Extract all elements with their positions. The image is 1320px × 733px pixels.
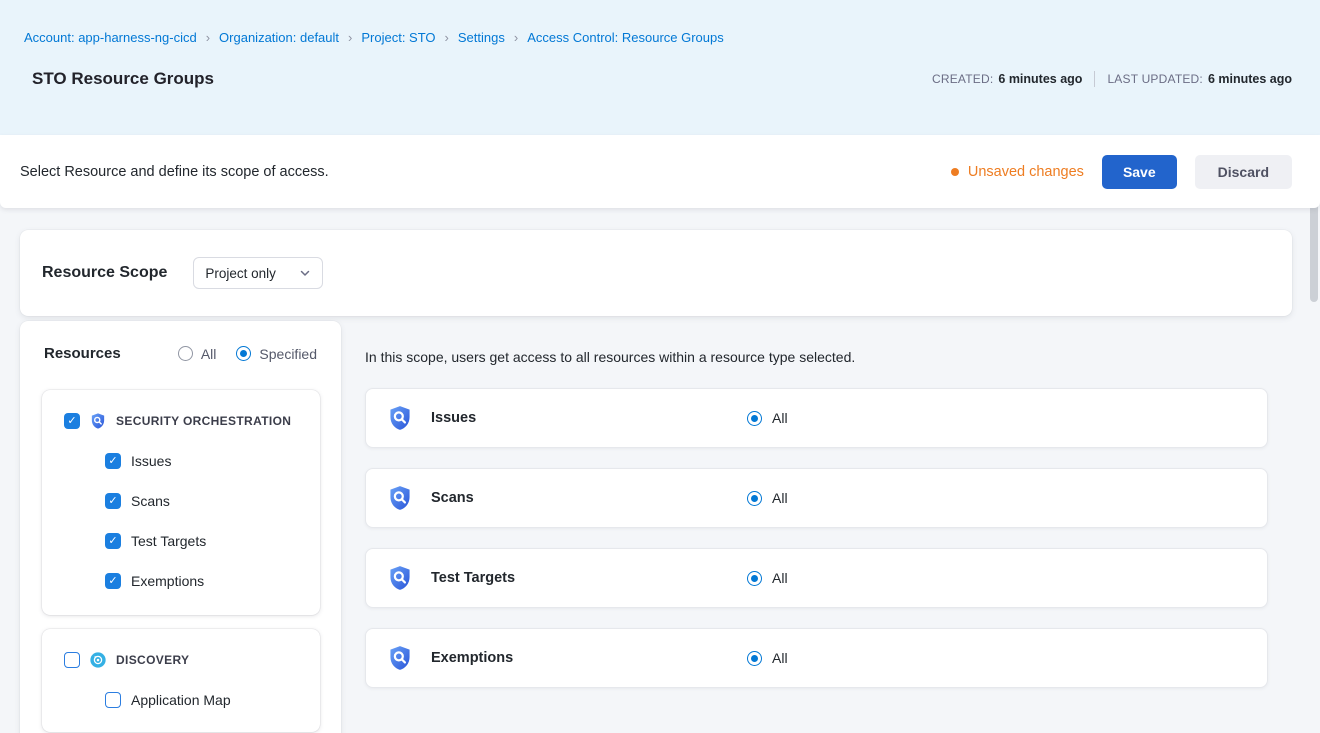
radio-selected-icon[interactable] <box>747 491 762 506</box>
access-option-all[interactable]: All <box>747 650 788 666</box>
checkbox-checked[interactable]: ✓ <box>105 533 121 549</box>
created-label: CREATED: <box>932 72 993 86</box>
tree-item-scans[interactable]: ✓ Scans <box>105 493 308 509</box>
updated-value: 6 minutes ago <box>1208 72 1292 86</box>
page-title: STO Resource Groups <box>32 69 214 89</box>
resource-row-label: Exemptions <box>431 650 747 666</box>
tree-item-label: Issues <box>131 453 171 469</box>
checkbox-unchecked[interactable] <box>105 692 121 708</box>
breadcrumb-organization[interactable]: Organization: default <box>219 30 339 45</box>
access-all-label: All <box>772 410 788 426</box>
resource-scope-selected-value: Project only <box>205 266 276 281</box>
shield-search-icon <box>386 404 414 432</box>
tree-item-issues[interactable]: ✓ Issues <box>105 453 308 469</box>
access-option-all[interactable]: All <box>747 570 788 586</box>
resource-row-issues: Issues All <box>365 388 1268 448</box>
chevron-right-icon: › <box>514 31 518 44</box>
main-content: Resource Scope Project only Resources Al… <box>0 208 1320 733</box>
unsaved-changes-label: Unsaved changes <box>968 164 1084 180</box>
check-icon: ✓ <box>108 496 117 507</box>
radio-selected-icon[interactable] <box>747 571 762 586</box>
resource-row-label: Test Targets <box>431 570 747 586</box>
access-all-label: All <box>772 650 788 666</box>
toolbar-description: Select Resource and define its scope of … <box>20 164 329 180</box>
unsaved-changes-indicator: Unsaved changes <box>951 164 1084 180</box>
tree-item-label: Test Targets <box>131 533 206 549</box>
checkbox-checked[interactable]: ✓ <box>105 573 121 589</box>
breadcrumb-access-control[interactable]: Access Control: Resource Groups <box>527 30 724 45</box>
updated-label: LAST UPDATED: <box>1107 72 1203 86</box>
radio-selected-icon[interactable] <box>747 411 762 426</box>
tree-item-test-targets[interactable]: ✓ Test Targets <box>105 533 308 549</box>
access-option-all[interactable]: All <box>747 410 788 426</box>
access-option-all[interactable]: All <box>747 490 788 506</box>
resource-group-discovery: DISCOVERY Application Map <box>42 629 320 732</box>
check-icon: ✓ <box>108 456 117 467</box>
tree-item-exemptions[interactable]: ✓ Exemptions <box>105 573 308 589</box>
resource-row-label: Scans <box>431 490 747 506</box>
resource-group-security-orchestration: ✓ SECURITY ORCHESTRATION ✓ Issues ✓ Scan… <box>42 390 320 615</box>
shield-search-icon <box>386 564 414 592</box>
chevron-right-icon: › <box>348 31 352 44</box>
page-header: Account: app-harness-ng-cicd › Organizat… <box>0 0 1320 135</box>
breadcrumb: Account: app-harness-ng-cicd › Organizat… <box>24 30 1292 45</box>
breadcrumb-settings[interactable]: Settings <box>458 30 505 45</box>
checkbox-checked[interactable]: ✓ <box>105 493 121 509</box>
check-icon: ✓ <box>67 416 76 427</box>
shield-search-icon <box>386 644 414 672</box>
meta-divider <box>1094 71 1095 87</box>
group-label: SECURITY ORCHESTRATION <box>116 414 291 428</box>
unsaved-dot-icon <box>951 168 959 176</box>
scope-detail-panel: In this scope, users get access to all r… <box>365 321 1292 708</box>
checkbox-checked[interactable]: ✓ <box>105 453 121 469</box>
discard-button[interactable]: Discard <box>1195 155 1292 189</box>
breadcrumb-project[interactable]: Project: STO <box>361 30 435 45</box>
action-toolbar: Select Resource and define its scope of … <box>0 135 1320 208</box>
mode-option-specified[interactable]: Specified <box>236 346 317 362</box>
check-icon: ✓ <box>108 576 117 587</box>
radio-selected-icon[interactable] <box>747 651 762 666</box>
check-icon: ✓ <box>108 536 117 547</box>
chevron-right-icon: › <box>445 31 449 44</box>
shield-search-icon <box>89 412 107 430</box>
resource-scope-label: Resource Scope <box>42 264 167 282</box>
created-value: 6 minutes ago <box>998 72 1082 86</box>
radio-selected-icon[interactable] <box>236 346 251 361</box>
resource-row-exemptions: Exemptions All <box>365 628 1268 688</box>
group-label: DISCOVERY <box>116 653 189 667</box>
breadcrumb-account[interactable]: Account: app-harness-ng-cicd <box>24 30 197 45</box>
tree-item-application-map[interactable]: Application Map <box>105 692 308 708</box>
mode-option-all[interactable]: All <box>178 346 217 362</box>
chevron-down-icon <box>299 267 311 279</box>
group-checkbox[interactable] <box>64 652 80 668</box>
mode-specified-label: Specified <box>259 346 317 362</box>
resource-scope-card: Resource Scope Project only <box>20 230 1292 316</box>
resource-row-label: Issues <box>431 410 747 426</box>
shield-search-icon <box>386 484 414 512</box>
tree-item-label: Application Map <box>131 692 231 708</box>
tree-item-label: Exemptions <box>131 573 204 589</box>
group-checkbox[interactable]: ✓ <box>64 413 80 429</box>
resource-row-test-targets: Test Targets All <box>365 548 1268 608</box>
resources-sidebar: Resources All Specified ✓ <box>20 321 341 733</box>
tree-item-label: Scans <box>131 493 170 509</box>
save-button[interactable]: Save <box>1102 155 1177 189</box>
mode-all-label: All <box>201 346 217 362</box>
scope-description: In this scope, users get access to all r… <box>365 349 1268 365</box>
radar-icon <box>89 651 107 669</box>
radio-unselected-icon[interactable] <box>178 346 193 361</box>
resource-scope-dropdown[interactable]: Project only <box>193 257 323 289</box>
resource-row-scans: Scans All <box>365 468 1268 528</box>
access-all-label: All <box>772 490 788 506</box>
chevron-right-icon: › <box>206 31 210 44</box>
resource-meta: CREATED: 6 minutes ago LAST UPDATED: 6 m… <box>932 71 1292 87</box>
resources-mode-radio-group: All Specified <box>178 346 317 362</box>
access-all-label: All <box>772 570 788 586</box>
resources-title: Resources <box>44 345 121 362</box>
